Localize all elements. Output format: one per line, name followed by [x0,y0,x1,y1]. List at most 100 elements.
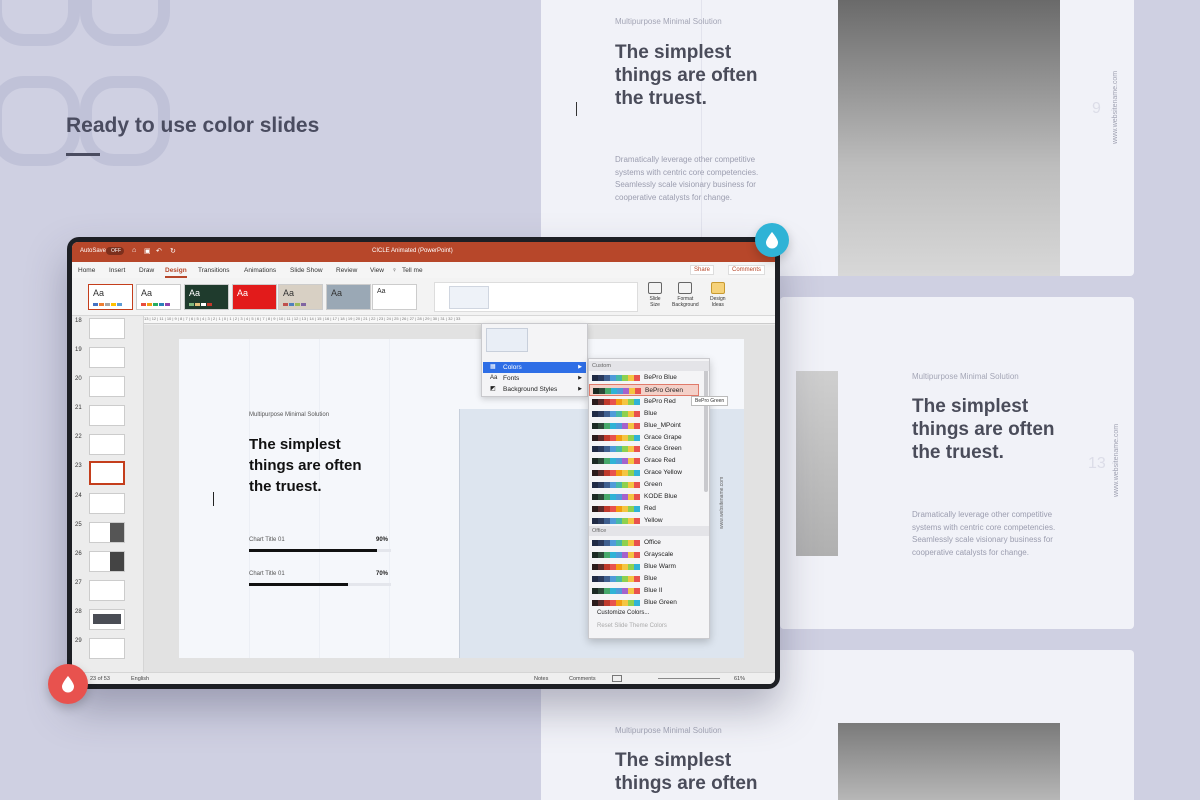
color-scheme-item[interactable]: Yellow [589,515,699,527]
submenu-scrollbar[interactable] [704,362,708,492]
progress-label: Chart Title 01 [249,537,285,543]
tab-insert[interactable]: Insert [109,267,125,274]
slide-thumbnail[interactable] [89,551,125,572]
color-scheme-name: BePro Blue [644,374,677,381]
color-scheme-name: Yellow [644,516,663,524]
variants-gallery[interactable] [434,282,638,312]
card-title: The simplest things are often the truest. [912,396,1055,463]
powerpoint-window: AutoSave OFF ⌂ ▣ ↶ ↻ CICLE Animated (Pow… [72,242,775,684]
slide-thumbnail[interactable] [89,522,125,543]
color-swatch [592,470,640,477]
slide-thumbnail[interactable] [89,609,125,630]
color-swatch [593,387,641,394]
color-scheme-item[interactable]: Blue Green [589,597,699,609]
color-scheme-item[interactable]: Grace Grape [589,432,699,444]
progress-value: 70% [376,571,389,577]
color-swatch [592,505,640,512]
status-bar: 23 of 53 English Notes Comments 61% [72,672,775,684]
color-scheme-item[interactable]: Blue Warm [589,561,699,573]
droplet-badge-teal [755,223,789,257]
share-button[interactable]: Share [690,265,715,275]
variants-dropdown-menu: ▦ Colors ▶ Aa Fonts ▶ ◩ Background Styles ▶ [481,323,588,397]
droplet-icon [62,676,74,693]
color-scheme-item[interactable]: Office [589,537,699,549]
color-swatch [592,434,640,441]
tab-design[interactable]: Design [165,267,187,278]
zoom-level[interactable]: 61% [734,676,745,682]
theme-thumbnail[interactable]: Aa [372,284,417,310]
tell-me-search[interactable]: Tell me [402,267,423,274]
laptop-frame: AutoSave OFF ⌂ ▣ ↶ ↻ CICLE Animated (Pow… [67,237,780,689]
undo-icon[interactable]: ↶ [156,247,162,255]
tab-slide-show[interactable]: Slide Show [290,267,323,274]
slide-thumbnail[interactable] [89,434,125,455]
color-scheme-item[interactable]: BePro Blue [589,372,699,384]
slide-thumbnail-selected[interactable] [89,461,125,485]
comments-status-button[interactable]: Comments [569,676,596,682]
color-scheme-item[interactable]: Green [589,479,699,491]
card-subtitle: Multipurpose Minimal Solution [615,726,722,735]
format-background-button[interactable]: Format Background [672,282,699,308]
slide-title[interactable]: The simplest things are often the truest. [249,434,409,497]
color-scheme-item[interactable]: Blue II [589,585,699,597]
notes-button[interactable]: Notes [534,676,548,682]
card-title: The simplest things are often [615,750,758,794]
slide-thumbnail[interactable] [89,638,125,659]
theme-thumbnail[interactable]: Aa [136,284,181,310]
redo-icon[interactable]: ↻ [170,247,176,255]
tab-home[interactable]: Home [78,267,95,274]
theme-thumbnail[interactable]: Aa [232,284,277,310]
variant-preview[interactable] [486,328,528,352]
color-scheme-name: Blue Green [644,598,677,606]
tab-transitions[interactable]: Transitions [198,267,230,274]
normal-view-icon[interactable] [612,675,622,682]
color-scheme-item[interactable]: Grayscale [589,549,699,561]
color-swatch [592,517,640,524]
language-label[interactable]: English [131,676,149,682]
color-scheme-item[interactable]: BePro Red [589,396,699,408]
background-styles-icon: ◩ [490,386,496,392]
color-scheme-item[interactable]: Blue_MPoint [589,420,699,432]
tab-animations[interactable]: Animations [244,267,276,274]
color-scheme-item[interactable]: Grace Yellow [589,467,699,479]
color-swatch [592,398,640,405]
tab-view[interactable]: View [370,267,384,274]
slide-thumbnail[interactable] [89,405,125,426]
color-scheme-item[interactable]: KODE Blue [589,491,699,503]
slide-thumbnail[interactable] [89,376,125,397]
horizontal-ruler: 13 | 12 | 11 | 10 | 9 | 8 | 7 | 6 | 5 | … [144,316,775,324]
color-scheme-name: Grace Yellow [644,469,682,477]
autosave-toggle[interactable]: OFF [106,247,124,255]
slide-thumbnail[interactable] [89,580,125,601]
color-scheme-item[interactable]: Grace Red [589,455,699,467]
menu-item-fonts[interactable]: Aa Fonts ▶ [483,373,586,384]
save-icon[interactable]: ▣ [144,247,151,255]
tab-draw[interactable]: Draw [139,267,154,274]
theme-thumbnail[interactable]: Aa [326,284,371,310]
zoom-slider[interactable] [658,678,720,679]
theme-thumbnail[interactable]: Aa [184,284,229,310]
photo-camera [796,371,838,556]
tab-review[interactable]: Review [336,267,357,274]
menu-item-background-styles[interactable]: ◩ Background Styles ▶ [483,384,586,395]
color-scheme-item[interactable]: Red [589,503,699,515]
color-scheme-item[interactable]: Blue [589,408,699,420]
slide-thumbnail[interactable] [89,347,125,368]
theme-thumbnail[interactable]: Aa [88,284,133,310]
menu-item-colors[interactable]: ▦ Colors ▶ [483,362,586,373]
color-scheme-item[interactable]: Grace Green [589,443,699,455]
slide-thumbnail[interactable] [89,318,125,339]
slide-size-button[interactable]: Slide Size [648,282,662,308]
comments-button[interactable]: Comments [728,265,766,275]
color-scheme-name: Red [644,504,656,512]
color-scheme-item[interactable]: Blue [589,573,699,585]
card-body: Dramatically leverage other competitive s… [912,510,1056,557]
theme-thumbnail[interactable]: Aa [278,284,323,310]
color-scheme-name: KODE Blue [644,493,678,500]
slide-thumbnail[interactable] [89,493,125,514]
customize-colors-item[interactable]: Customize Colors... [597,610,649,616]
color-scheme-item[interactable]: BePro Green [589,383,699,396]
color-swatch [592,587,640,594]
design-ideas-button[interactable]: Design Ideas [710,282,726,308]
home-icon[interactable]: ⌂ [132,247,136,254]
